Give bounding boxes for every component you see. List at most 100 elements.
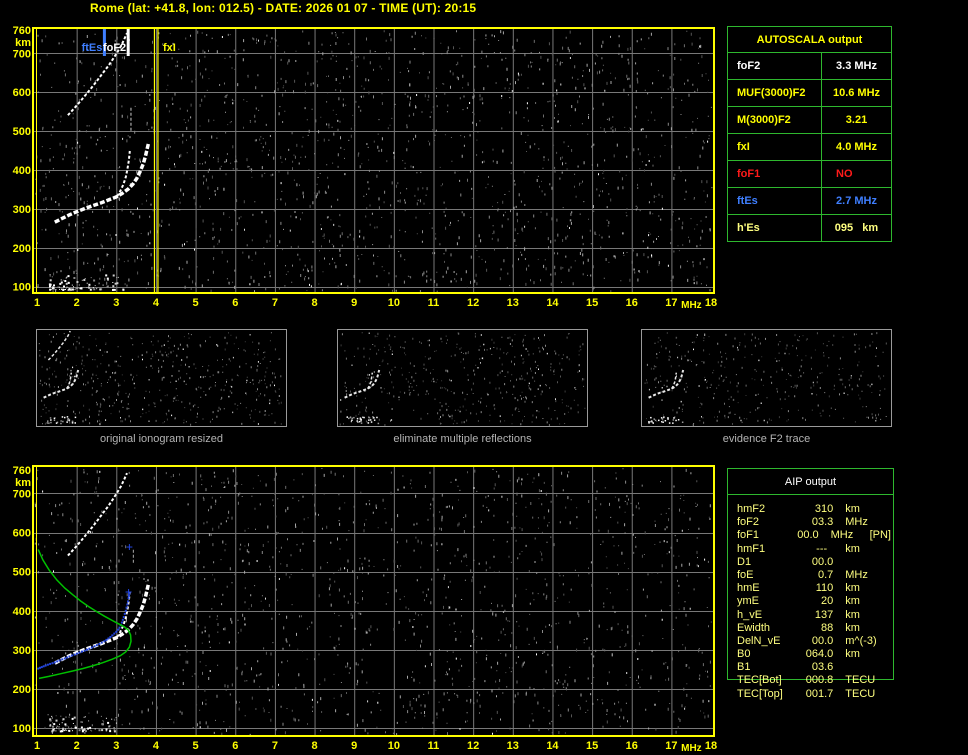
aip-unit: km: [845, 595, 860, 608]
aip-label: ymE: [737, 595, 759, 608]
svg-text:2: 2: [74, 297, 80, 309]
aip-unit: km: [845, 608, 860, 621]
aip-label: foF1: [737, 529, 760, 542]
svg-text:km: km: [15, 37, 31, 49]
svg-text:10: 10: [388, 740, 400, 752]
svg-text:100: 100: [13, 723, 31, 735]
svg-text:300: 300: [13, 645, 31, 657]
svg-text:16: 16: [626, 740, 638, 752]
aip-value: 00.0: [797, 529, 819, 542]
autoscala-row-m3000f2: M(3000)F2 3.21: [728, 107, 891, 134]
aip-label: foE: [737, 568, 754, 581]
aip-value: 00.0: [811, 634, 834, 647]
aip-extra: [890, 595, 891, 608]
aip-row-hmf1: hmF1 --- km: [737, 543, 891, 556]
svg-text:4: 4: [153, 297, 160, 309]
aip-extra: [890, 622, 891, 635]
aip-value: 0.7: [817, 568, 834, 581]
autoscala-row-muf3000f2: MUF(3000)F2 10.6 MHz: [728, 80, 891, 107]
aip-row-b1: B1 03.6: [737, 661, 891, 674]
aip-extra: [890, 688, 891, 701]
svg-text:12: 12: [467, 297, 479, 309]
aip-extra: [890, 543, 891, 556]
thumbnail-traces: [648, 369, 685, 424]
parameter-value: 3.21: [845, 114, 868, 126]
aip-row-b0: B0 064.0 km: [737, 648, 891, 661]
aip-label: TEC[Top]: [737, 687, 783, 700]
svg-text:10: 10: [388, 297, 400, 309]
grid-lines: [33, 28, 714, 293]
svg-text:700: 700: [13, 488, 31, 500]
parameter-label: foF2: [728, 53, 822, 79]
autoscala-table-header: AUTOSCALA output: [728, 27, 891, 53]
aip-value: 88: [821, 621, 834, 634]
svg-text:200: 200: [13, 684, 31, 696]
svg-text:13: 13: [507, 297, 519, 309]
autoscala-ionogram: ftEs foF2 fxI 1 2 3 4 5 6 7 8 9 10 11 12 13 14 15 16 17 18 MH…: [0, 20, 730, 322]
echo-traces: [37, 472, 151, 733]
aip-extra: [890, 661, 891, 674]
svg-text:8: 8: [311, 297, 317, 309]
thumbnail-caption-evidence: evidence F2 trace: [722, 433, 811, 445]
aip-unit: MHz: [845, 568, 868, 581]
autoscala-output-table: AUTOSCALA output foF2 3.3 MHz MUF(3000)F2 1…: [727, 26, 892, 242]
aip-extra: [890, 503, 891, 516]
aip-value: 064.0: [805, 648, 834, 661]
svg-text:600: 600: [13, 87, 31, 99]
svg-text:6: 6: [232, 740, 238, 752]
aip-value: 137: [814, 608, 834, 621]
svg-text:km: km: [15, 477, 31, 489]
svg-text:500: 500: [13, 126, 31, 138]
aip-row-delnve: DelN_vE 00.0 m^(-3): [737, 635, 891, 648]
aip-value: 20: [821, 595, 834, 608]
parameter-value: NO: [836, 168, 877, 180]
aip-table-rows: hmF2 310 km foF2 03.3 MHz foF1 00.0 MHz [PN] hmF1-…: [737, 503, 891, 701]
aip-value: ---: [816, 542, 834, 555]
noise-speckle: [34, 468, 712, 735]
svg-text:5: 5: [193, 740, 199, 752]
aip-label: h_vE: [737, 608, 763, 621]
parameter-value: 095 km: [834, 222, 879, 234]
aip-label: hmF2: [737, 503, 766, 515]
parameter-label: foF1: [728, 161, 822, 187]
aip-extra: [890, 582, 891, 595]
svg-text:9: 9: [351, 297, 357, 309]
thumbnail-evidence-f2-trace: [641, 329, 892, 427]
aip-row-hve: h_vE 137 km: [737, 609, 891, 622]
svg-text:14: 14: [546, 740, 559, 752]
thumbnail-canvas: [339, 332, 586, 426]
svg-text:15: 15: [586, 297, 598, 309]
noise-speckle: [35, 30, 713, 292]
svg-text:760: 760: [13, 465, 31, 477]
aip-row-ewidth: Ewidth 88 km: [737, 622, 891, 635]
svg-text:MHz: MHz: [681, 300, 702, 311]
aip-ionogram-canvas: 1 2 3 4 5 6 7 8 9 10 11 12 13 14 15 16 17 18MHz7607006005…: [13, 465, 718, 754]
aip-extra: [890, 648, 891, 661]
aip-unit: m^(-3): [845, 634, 877, 647]
thumbnail-noise: [38, 332, 282, 426]
aip-value: 03.6: [811, 661, 834, 674]
thumbnail-canvas: [644, 332, 887, 426]
autoscala-window: Rome (lat: +41.8, lon: 012.5) - DATE: 20…: [0, 0, 968, 755]
axis-tick-labels: 1 2 3 4 5 6 7 8 9 10 11 12 13 14 15 16 17 18MHz7607006005…: [13, 465, 718, 754]
aip-unit: [833, 661, 890, 674]
svg-text:foF2: foF2: [103, 42, 126, 54]
autoscala-row-fof1: foF1 NO: [728, 161, 891, 188]
svg-text:2: 2: [74, 740, 80, 752]
autoscala-row-fof2: foF2 3.3 MHz: [728, 53, 891, 80]
thumbnail-caption-original: original ionogram resized: [100, 433, 223, 445]
svg-text:100: 100: [13, 282, 31, 294]
svg-text:700: 700: [13, 48, 31, 60]
echo-traces: [48, 32, 155, 292]
thumbnail-original-ionogram: [36, 329, 287, 427]
autoscala-row-fxi: fxI 4.0 MHz: [728, 134, 891, 161]
window-title: Rome (lat: +41.8, lon: 012.5) - DATE: 20…: [90, 1, 477, 15]
svg-text:MHz: MHz: [681, 743, 702, 754]
aip-label: hmF1: [737, 542, 766, 555]
svg-text:200: 200: [13, 243, 31, 255]
plot-border: [32, 465, 715, 737]
svg-text:500: 500: [13, 567, 31, 579]
svg-text:1: 1: [34, 740, 40, 752]
autoscala-table-rows: foF2 3.3 MHz MUF(3000)F2 10.6 MHz M(3000)F2 3…: [728, 53, 891, 241]
aip-value: 110: [815, 582, 834, 595]
